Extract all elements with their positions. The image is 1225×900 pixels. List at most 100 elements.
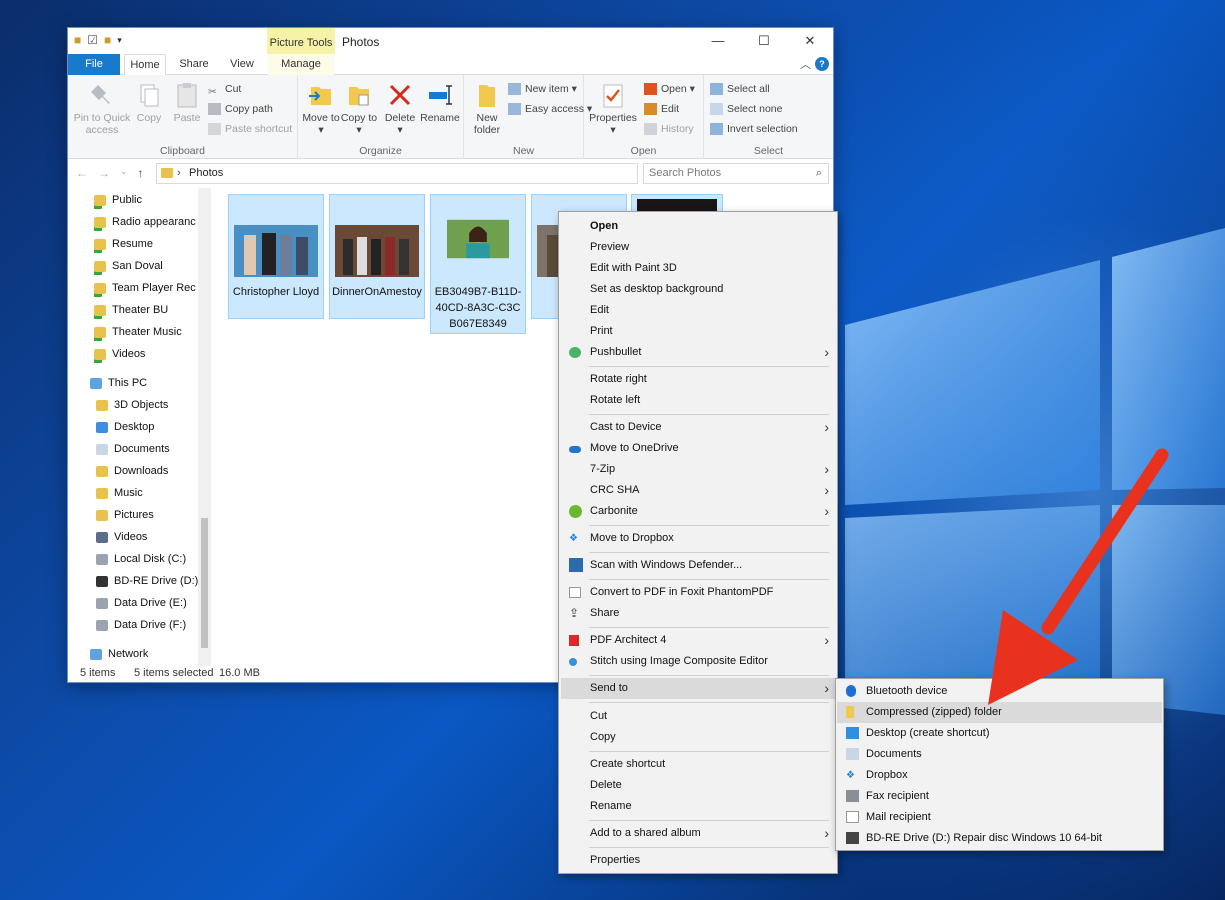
tab-manage[interactable]: Manage bbox=[268, 54, 334, 75]
send-to-compressed-folder[interactable]: Compressed (zipped) folder bbox=[837, 702, 1162, 723]
menu-item-rotate-right[interactable]: Rotate right bbox=[561, 369, 835, 390]
submenu-arrow-icon: › bbox=[824, 419, 829, 435]
file-thumbnail[interactable]: EB3049B7-B11D-40CD-8A3C-C3CB067E8349 bbox=[430, 194, 526, 334]
easy-access-label: Easy access bbox=[525, 103, 584, 115]
menu-item-delete[interactable]: Delete bbox=[561, 775, 835, 796]
send-to-dropbox[interactable]: ❖ Dropbox bbox=[837, 765, 1162, 786]
copy-path-label: Copy path bbox=[225, 103, 273, 115]
properties-check-icon[interactable]: ☑ bbox=[87, 33, 98, 47]
open-button[interactable]: Open ▾ bbox=[644, 80, 695, 98]
send-to-documents[interactable]: Documents bbox=[837, 744, 1162, 765]
menu-item-print[interactable]: Print bbox=[561, 321, 835, 342]
tab-home[interactable]: Home bbox=[124, 54, 166, 76]
open-icon bbox=[644, 83, 657, 96]
tab-file[interactable]: File bbox=[68, 54, 120, 75]
file-thumbnail[interactable]: DinnerOnAmestoy bbox=[329, 194, 425, 319]
select-none-button[interactable]: Select none bbox=[710, 100, 782, 118]
send-to-bd-re-drive[interactable]: BD-RE Drive (D:) Repair disc Windows 10 … bbox=[837, 828, 1162, 849]
menu-item-scan-defender[interactable]: Scan with Windows Defender... bbox=[561, 555, 835, 576]
send-to-fax[interactable]: Fax recipient bbox=[837, 786, 1162, 807]
easy-access-button[interactable]: Easy access ▾ bbox=[508, 100, 592, 118]
copy-to-button[interactable]: Copy to ▾ bbox=[340, 81, 378, 136]
search-input[interactable]: Search Photos ⌕ bbox=[643, 163, 829, 184]
help-icon[interactable]: ? bbox=[815, 57, 829, 71]
menu-item-move-to-dropbox[interactable]: ❖ Move to Dropbox bbox=[561, 528, 835, 549]
menu-item-send-to[interactable]: Send to › bbox=[561, 678, 835, 699]
customize-dropdown-icon[interactable]: ▾ bbox=[117, 35, 122, 46]
send-to-submenu: Bluetooth device Compressed (zipped) fol… bbox=[835, 678, 1164, 851]
logo-pane-bottom-left bbox=[845, 505, 1100, 700]
folder-icon[interactable]: ■ bbox=[74, 33, 81, 47]
send-to-mail[interactable]: Mail recipient bbox=[837, 807, 1162, 828]
menu-item-create-shortcut[interactable]: Create shortcut bbox=[561, 754, 835, 775]
tab-view[interactable]: View bbox=[224, 54, 260, 75]
menu-item-label: 7-Zip bbox=[590, 463, 616, 475]
rename-button[interactable]: Rename bbox=[420, 81, 460, 124]
optical-drive-icon bbox=[846, 832, 859, 844]
open-label: Open bbox=[661, 83, 687, 95]
new-folder-button[interactable]: New folder bbox=[468, 81, 506, 136]
menu-item-convert-pdf-foxit[interactable]: Convert to PDF in Foxit PhantomPDF bbox=[561, 582, 835, 603]
close-button[interactable]: ✕ bbox=[787, 28, 833, 54]
menu-item-add-shared-album[interactable]: Add to a shared album › bbox=[561, 823, 835, 844]
menu-item-open[interactable]: Open bbox=[561, 216, 835, 237]
navigation-scrollbar[interactable] bbox=[198, 188, 211, 666]
menu-item-copy[interactable]: Copy bbox=[561, 727, 835, 748]
menu-item-preview[interactable]: Preview bbox=[561, 237, 835, 258]
delete-button[interactable]: Delete ▾ bbox=[382, 81, 418, 136]
send-to-bluetooth[interactable]: Bluetooth device bbox=[837, 681, 1162, 702]
folder-synced-icon bbox=[94, 194, 106, 206]
scrollbar-thumb[interactable] bbox=[201, 518, 208, 648]
minimize-button[interactable]: — bbox=[695, 28, 741, 54]
menu-item-edit[interactable]: Edit bbox=[561, 300, 835, 321]
search-icon[interactable]: ⌕ bbox=[816, 164, 822, 183]
rename-label: Rename bbox=[420, 112, 460, 124]
up-arrow-icon[interactable]: ↑ bbox=[138, 166, 144, 180]
menu-item-rename[interactable]: Rename bbox=[561, 796, 835, 817]
edit-button[interactable]: Edit bbox=[644, 100, 679, 118]
menu-item-cast-to-device[interactable]: Cast to Device › bbox=[561, 417, 835, 438]
new-item-button[interactable]: New item ▾ bbox=[508, 80, 577, 98]
invert-selection-button[interactable]: Invert selection bbox=[710, 120, 798, 138]
pin-quick-access-button[interactable]: Pin to Quick access bbox=[72, 81, 132, 136]
move-to-button[interactable]: Move to ▾ bbox=[302, 81, 340, 136]
menu-item-move-to-onedrive[interactable]: Move to OneDrive bbox=[561, 438, 835, 459]
menu-item-cut[interactable]: Cut bbox=[561, 706, 835, 727]
new-folder-icon bbox=[479, 85, 495, 107]
menu-item-crc-sha[interactable]: CRC SHA › bbox=[561, 480, 835, 501]
copy-path-button[interactable]: Copy path bbox=[208, 100, 273, 118]
breadcrumb-photos[interactable]: Photos bbox=[189, 167, 223, 179]
menu-item-pushbullet[interactable]: Pushbullet › bbox=[561, 342, 835, 363]
menu-item-set-desktop-background[interactable]: Set as desktop background bbox=[561, 279, 835, 300]
menu-item-edit-paint3d[interactable]: Edit with Paint 3D bbox=[561, 258, 835, 279]
paste-shortcut-button[interactable]: Paste shortcut bbox=[208, 120, 292, 138]
menu-item-carbonite[interactable]: Carbonite › bbox=[561, 501, 835, 522]
back-arrow-icon[interactable]: ← bbox=[76, 166, 88, 180]
forward-arrow-icon[interactable]: → bbox=[98, 166, 110, 180]
menu-item-stitch-ice[interactable]: Stitch using Image Composite Editor bbox=[561, 651, 835, 672]
submenu-arrow-icon: › bbox=[824, 461, 829, 477]
recent-locations-chevron-icon[interactable]: ⌄ bbox=[120, 166, 128, 180]
menu-item-rotate-left[interactable]: Rotate left bbox=[561, 390, 835, 411]
file-thumbnail[interactable]: Christopher Lloyd bbox=[228, 194, 324, 319]
paste-button[interactable]: Paste bbox=[170, 81, 204, 124]
copy-to-label: Copy to bbox=[340, 112, 378, 124]
quick-access-toolbar: ■ ☑ ■ ▾ bbox=[74, 33, 122, 47]
menu-item-pdf-architect[interactable]: PDF Architect 4 › bbox=[561, 630, 835, 651]
address-bar[interactable]: › Photos ↻ bbox=[156, 163, 720, 184]
menu-item-7zip[interactable]: 7-Zip › bbox=[561, 459, 835, 480]
cut-button[interactable]: ✂ Cut bbox=[208, 80, 241, 98]
menu-item-label: Compressed (zipped) folder bbox=[866, 706, 1002, 718]
collapse-ribbon-icon[interactable]: ︿ bbox=[800, 56, 811, 72]
new-folder-icon[interactable]: ■ bbox=[104, 33, 111, 47]
copy-button[interactable]: Copy bbox=[132, 81, 166, 124]
send-to-desktop-shortcut[interactable]: Desktop (create shortcut) bbox=[837, 723, 1162, 744]
copy-icon bbox=[140, 84, 159, 107]
maximize-button[interactable]: ☐ bbox=[741, 28, 787, 54]
select-all-button[interactable]: Select all bbox=[710, 80, 770, 98]
properties-button[interactable]: Properties ▾ bbox=[588, 81, 638, 136]
menu-item-share[interactable]: ⇪ Share bbox=[561, 603, 835, 624]
history-button[interactable]: History bbox=[644, 120, 694, 138]
tab-share[interactable]: Share bbox=[174, 54, 214, 75]
menu-item-properties[interactable]: Properties bbox=[561, 850, 835, 871]
